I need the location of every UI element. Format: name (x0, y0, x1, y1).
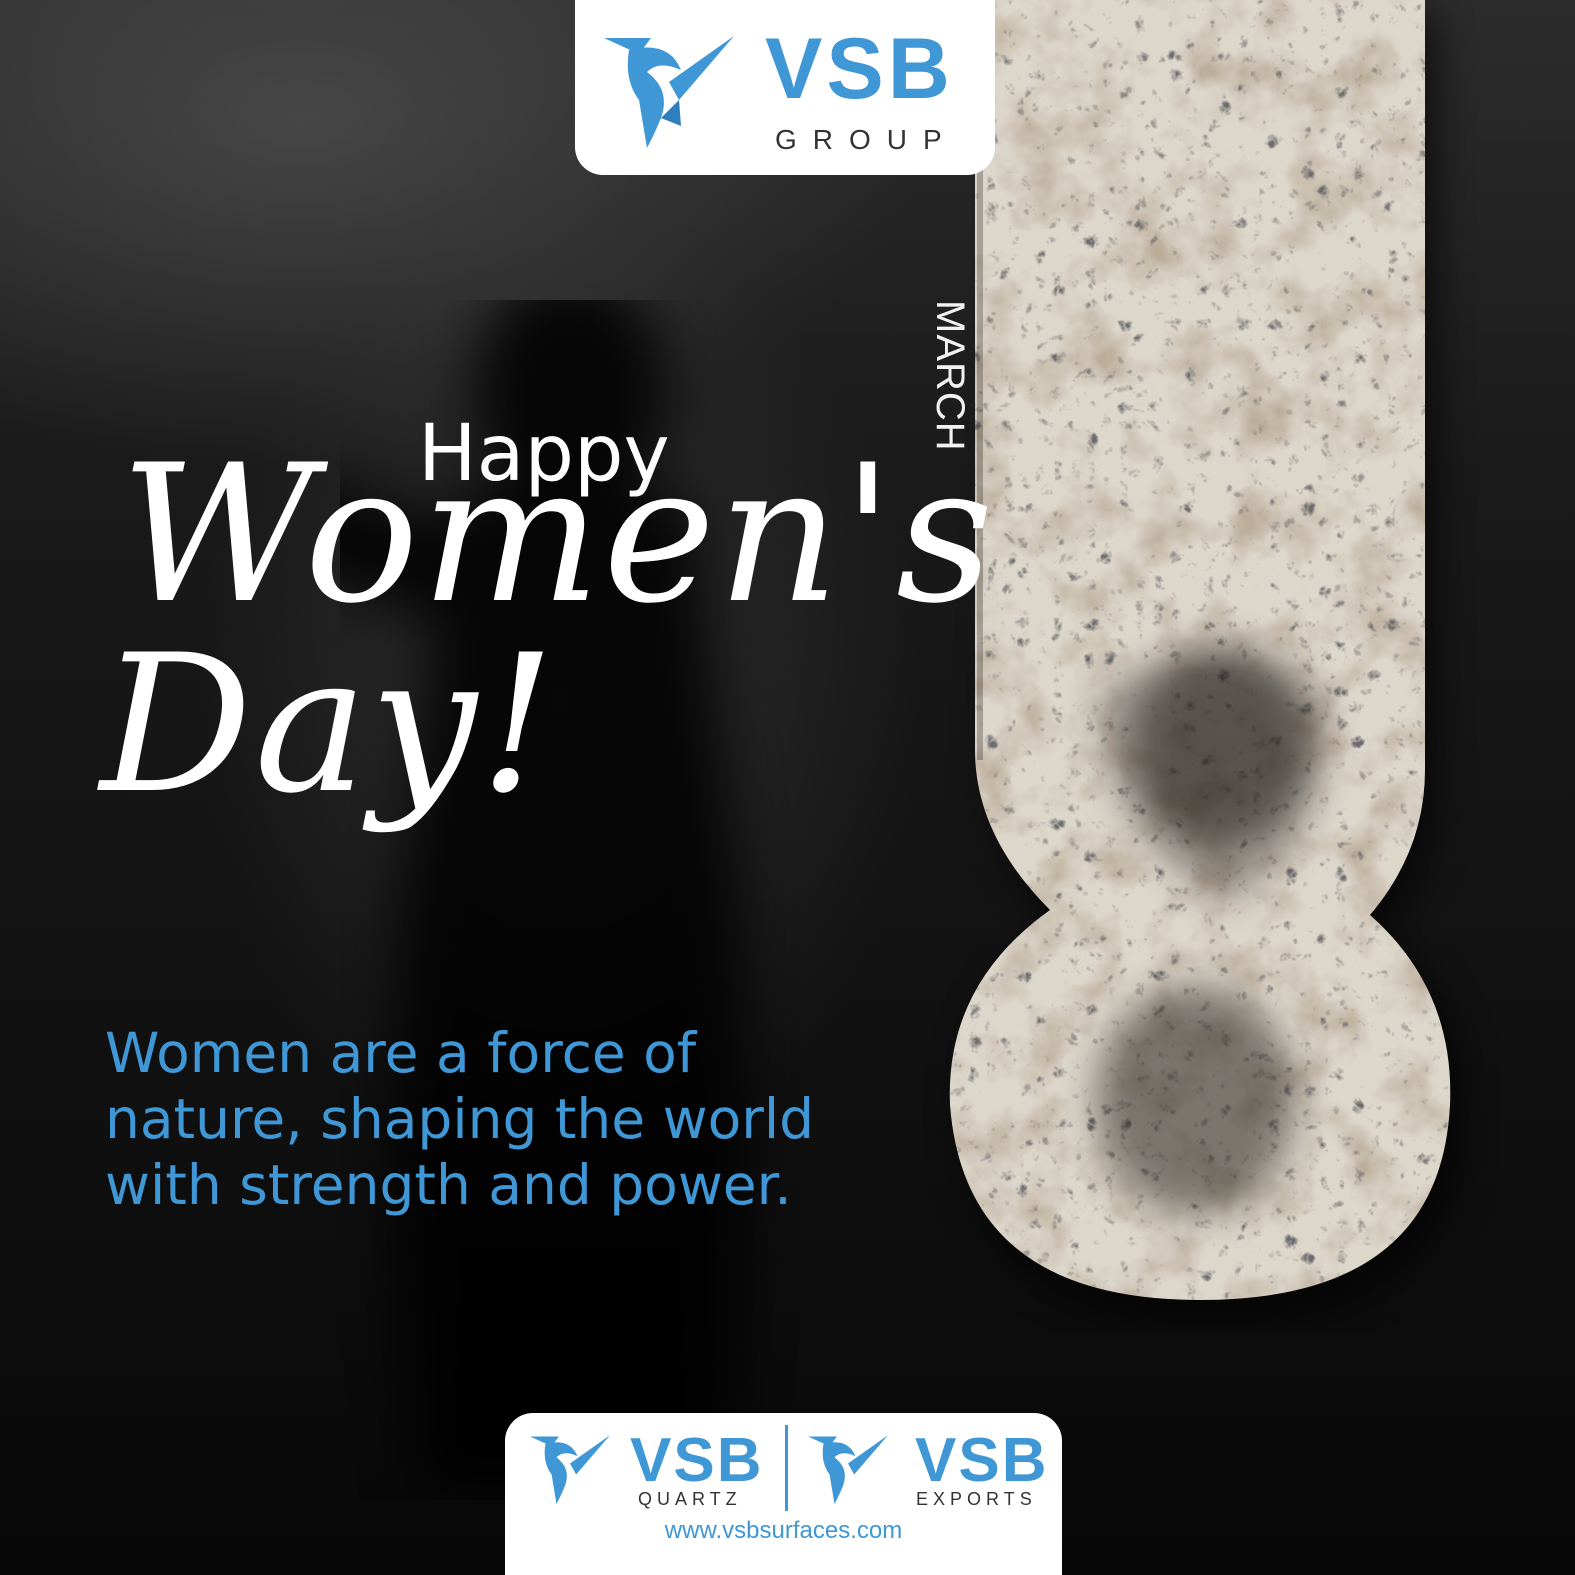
group-subtitle: GROUP (775, 124, 958, 155)
poster-canvas: MARCH VSB GROUP Happy Women's Day! Women… (0, 0, 1575, 1575)
logo-divider (785, 1425, 788, 1511)
tagline-line: Women are a force of (105, 1021, 697, 1085)
granite-eight-panel (949, 0, 1468, 1322)
footer-logos-card: VSB QUARTZ VSB EXPORTS www.vsbsurfaces.c… (505, 1413, 1062, 1575)
vsb-group-logo: VSB GROUP (575, 0, 995, 175)
vsb-logo-mark-icon (808, 1435, 888, 1505)
greeting-day: Day! (100, 614, 558, 835)
exports-subtitle: EXPORTS (916, 1489, 1037, 1509)
vsb-brand-text: VSB (765, 21, 954, 117)
vsb-logo-mark-icon (530, 1435, 610, 1505)
vsb-logo-mark-icon (604, 36, 734, 148)
vsb-exports-brand: VSB (915, 1426, 1049, 1495)
vsb-quartz-brand: VSB (630, 1426, 764, 1495)
tagline-line: nature, shaping the world (105, 1087, 815, 1151)
quartz-subtitle: QUARTZ (638, 1489, 742, 1509)
tagline: Women are a force of nature, shaping the… (105, 1020, 815, 1218)
website-url[interactable]: www.vsbsurfaces.com (505, 1517, 1062, 1545)
greeting-womens: Women's (120, 424, 996, 645)
tagline-line: with strength and power. (105, 1153, 792, 1217)
